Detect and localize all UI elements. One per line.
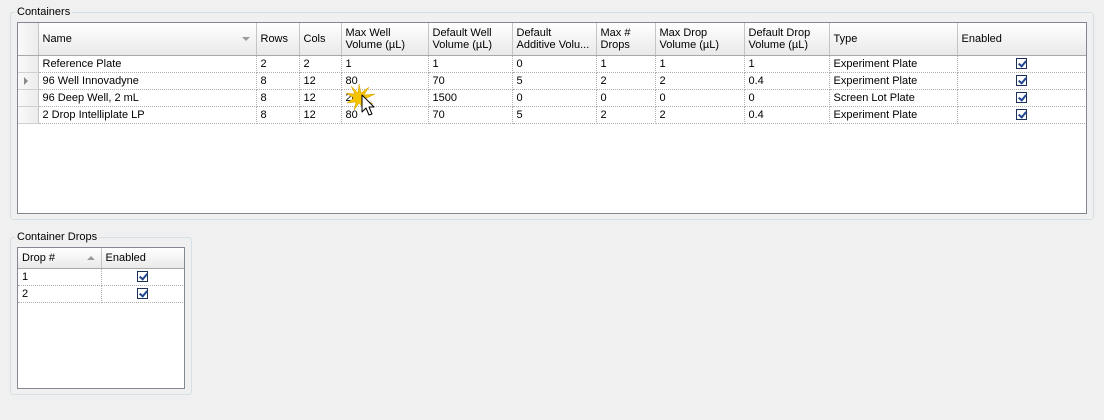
- cell-max-drop-volume[interactable]: 2: [655, 106, 745, 124]
- cell-max-drops[interactable]: 2: [596, 72, 656, 90]
- cell-max-drops[interactable]: 1: [596, 55, 656, 73]
- row-header-corner: [18, 23, 39, 56]
- current-row-arrow-icon: [24, 76, 28, 85]
- containers-grid[interactable]: Name Rows Cols Max Well Volume (µL) Default …: [17, 22, 1087, 214]
- cell-max-well-volume[interactable]: 80: [341, 106, 429, 124]
- cell-max-well-volume[interactable]: 80: [341, 72, 429, 90]
- column-header-enabled[interactable]: Enabled: [957, 23, 1086, 56]
- table-row[interactable]: 96 Deep Well, 2 mL 8 12 20 1500 0 0 0 0 Screen Lo…: [18, 89, 1086, 107]
- cell-name[interactable]: 2 Drop Intelliplate LP: [38, 106, 257, 124]
- cell-rows[interactable]: 8: [256, 106, 300, 124]
- enabled-checkbox[interactable]: [1016, 75, 1027, 87]
- cell-default-well-volume[interactable]: 70: [428, 106, 513, 124]
- cell-max-drop-volume[interactable]: 1: [655, 55, 745, 73]
- column-header-max-drops[interactable]: Max # Drops: [596, 23, 656, 56]
- container-drops-title: Container Drops: [15, 231, 100, 243]
- column-header-default-drop-volume[interactable]: Default Drop Volume (µL): [744, 23, 830, 56]
- cell-default-additive-volume[interactable]: 0: [512, 89, 597, 107]
- row-header[interactable]: [18, 106, 39, 124]
- enabled-checkbox[interactable]: [1016, 92, 1027, 104]
- cell-max-well-volume[interactable]: 20: [341, 89, 429, 107]
- cell-type[interactable]: Experiment Plate: [829, 106, 958, 124]
- column-header-rows[interactable]: Rows: [256, 23, 300, 56]
- cell-enabled[interactable]: [957, 55, 1086, 73]
- sort-ascending-icon: [86, 255, 95, 260]
- container-drops-grid[interactable]: Drop # Enabled 12: [17, 247, 185, 389]
- cell-enabled[interactable]: [101, 268, 184, 286]
- cell-default-well-volume[interactable]: 1: [428, 55, 513, 73]
- cell-rows[interactable]: 8: [256, 89, 300, 107]
- column-header-drop[interactable]: Drop #: [18, 248, 102, 269]
- column-header-max-well-volume[interactable]: Max Well Volume (µL): [341, 23, 429, 56]
- row-header[interactable]: [18, 55, 39, 73]
- cell-default-well-volume[interactable]: 1500: [428, 89, 513, 107]
- enabled-checkbox[interactable]: [1016, 58, 1027, 70]
- cell-max-well-volume[interactable]: 1: [341, 55, 429, 73]
- cell-drop[interactable]: 1: [18, 268, 102, 286]
- cell-max-drop-volume[interactable]: 2: [655, 72, 745, 90]
- containers-title: Containers: [15, 6, 73, 18]
- cell-default-drop-volume[interactable]: 0.4: [744, 72, 830, 90]
- table-row[interactable]: 2 Drop Intelliplate LP 8 12 80 70 5 2 2 0.4 Exper…: [18, 106, 1086, 124]
- cell-enabled[interactable]: [957, 106, 1086, 124]
- container-drops-table: Drop # Enabled 12: [18, 248, 184, 303]
- cell-max-drops[interactable]: 0: [596, 89, 656, 107]
- containers-table: Name Rows Cols Max Well Volume (µL) Default …: [18, 23, 1086, 124]
- cell-cols[interactable]: 12: [299, 72, 342, 90]
- table-row[interactable]: 96 Well Innovadyne 8 12 80 70 5 2 2 0.4 Experimen…: [18, 72, 1086, 90]
- cell-default-drop-volume[interactable]: 0: [744, 89, 830, 107]
- cell-name[interactable]: 96 Well Innovadyne: [38, 72, 257, 90]
- table-row[interactable]: 2: [18, 285, 184, 303]
- cell-default-additive-volume[interactable]: 5: [512, 72, 597, 90]
- cell-type[interactable]: Experiment Plate: [829, 55, 958, 73]
- table-row[interactable]: 1: [18, 268, 184, 286]
- cell-max-drop-volume[interactable]: 0: [655, 89, 745, 107]
- column-header-enabled[interactable]: Enabled: [101, 248, 184, 269]
- cell-drop[interactable]: 2: [18, 285, 102, 303]
- cell-cols[interactable]: 2: [299, 55, 342, 73]
- cell-default-drop-volume[interactable]: 1: [744, 55, 830, 73]
- column-header-type[interactable]: Type: [829, 23, 958, 56]
- cell-name[interactable]: 96 Deep Well, 2 mL: [38, 89, 257, 107]
- cell-enabled[interactable]: [957, 89, 1086, 107]
- cell-cols[interactable]: 12: [299, 106, 342, 124]
- cell-default-well-volume[interactable]: 70: [428, 72, 513, 90]
- column-header-default-well-volume[interactable]: Default Well Volume (µL): [428, 23, 513, 56]
- cell-cols[interactable]: 12: [299, 89, 342, 107]
- cell-type[interactable]: Experiment Plate: [829, 72, 958, 90]
- cell-rows[interactable]: 8: [256, 72, 300, 90]
- enabled-checkbox[interactable]: [137, 271, 148, 283]
- cell-enabled[interactable]: [101, 285, 184, 303]
- row-header[interactable]: [18, 72, 39, 90]
- cell-type[interactable]: Screen Lot Plate: [829, 89, 958, 107]
- cell-name[interactable]: Reference Plate: [38, 55, 257, 73]
- row-header[interactable]: [18, 89, 39, 107]
- cell-enabled[interactable]: [957, 72, 1086, 90]
- column-header-cols[interactable]: Cols: [299, 23, 342, 56]
- cell-default-additive-volume[interactable]: 5: [512, 106, 597, 124]
- column-header-max-drop-volume[interactable]: Max Drop Volume (µL): [655, 23, 745, 56]
- column-header-name[interactable]: Name: [38, 23, 257, 56]
- cell-default-drop-volume[interactable]: 0.4: [744, 106, 830, 124]
- cell-default-additive-volume[interactable]: 0: [512, 55, 597, 73]
- sort-descending-icon: [241, 36, 250, 41]
- cell-max-drops[interactable]: 2: [596, 106, 656, 124]
- cell-rows[interactable]: 2: [256, 55, 300, 73]
- enabled-checkbox[interactable]: [137, 288, 148, 300]
- column-header-default-additive-volume[interactable]: Default Additive Volu...: [512, 23, 597, 56]
- table-row[interactable]: Reference Plate 2 2 1 1 0 1 1 1 Experiment Plate: [18, 55, 1086, 73]
- enabled-checkbox[interactable]: [1016, 109, 1027, 121]
